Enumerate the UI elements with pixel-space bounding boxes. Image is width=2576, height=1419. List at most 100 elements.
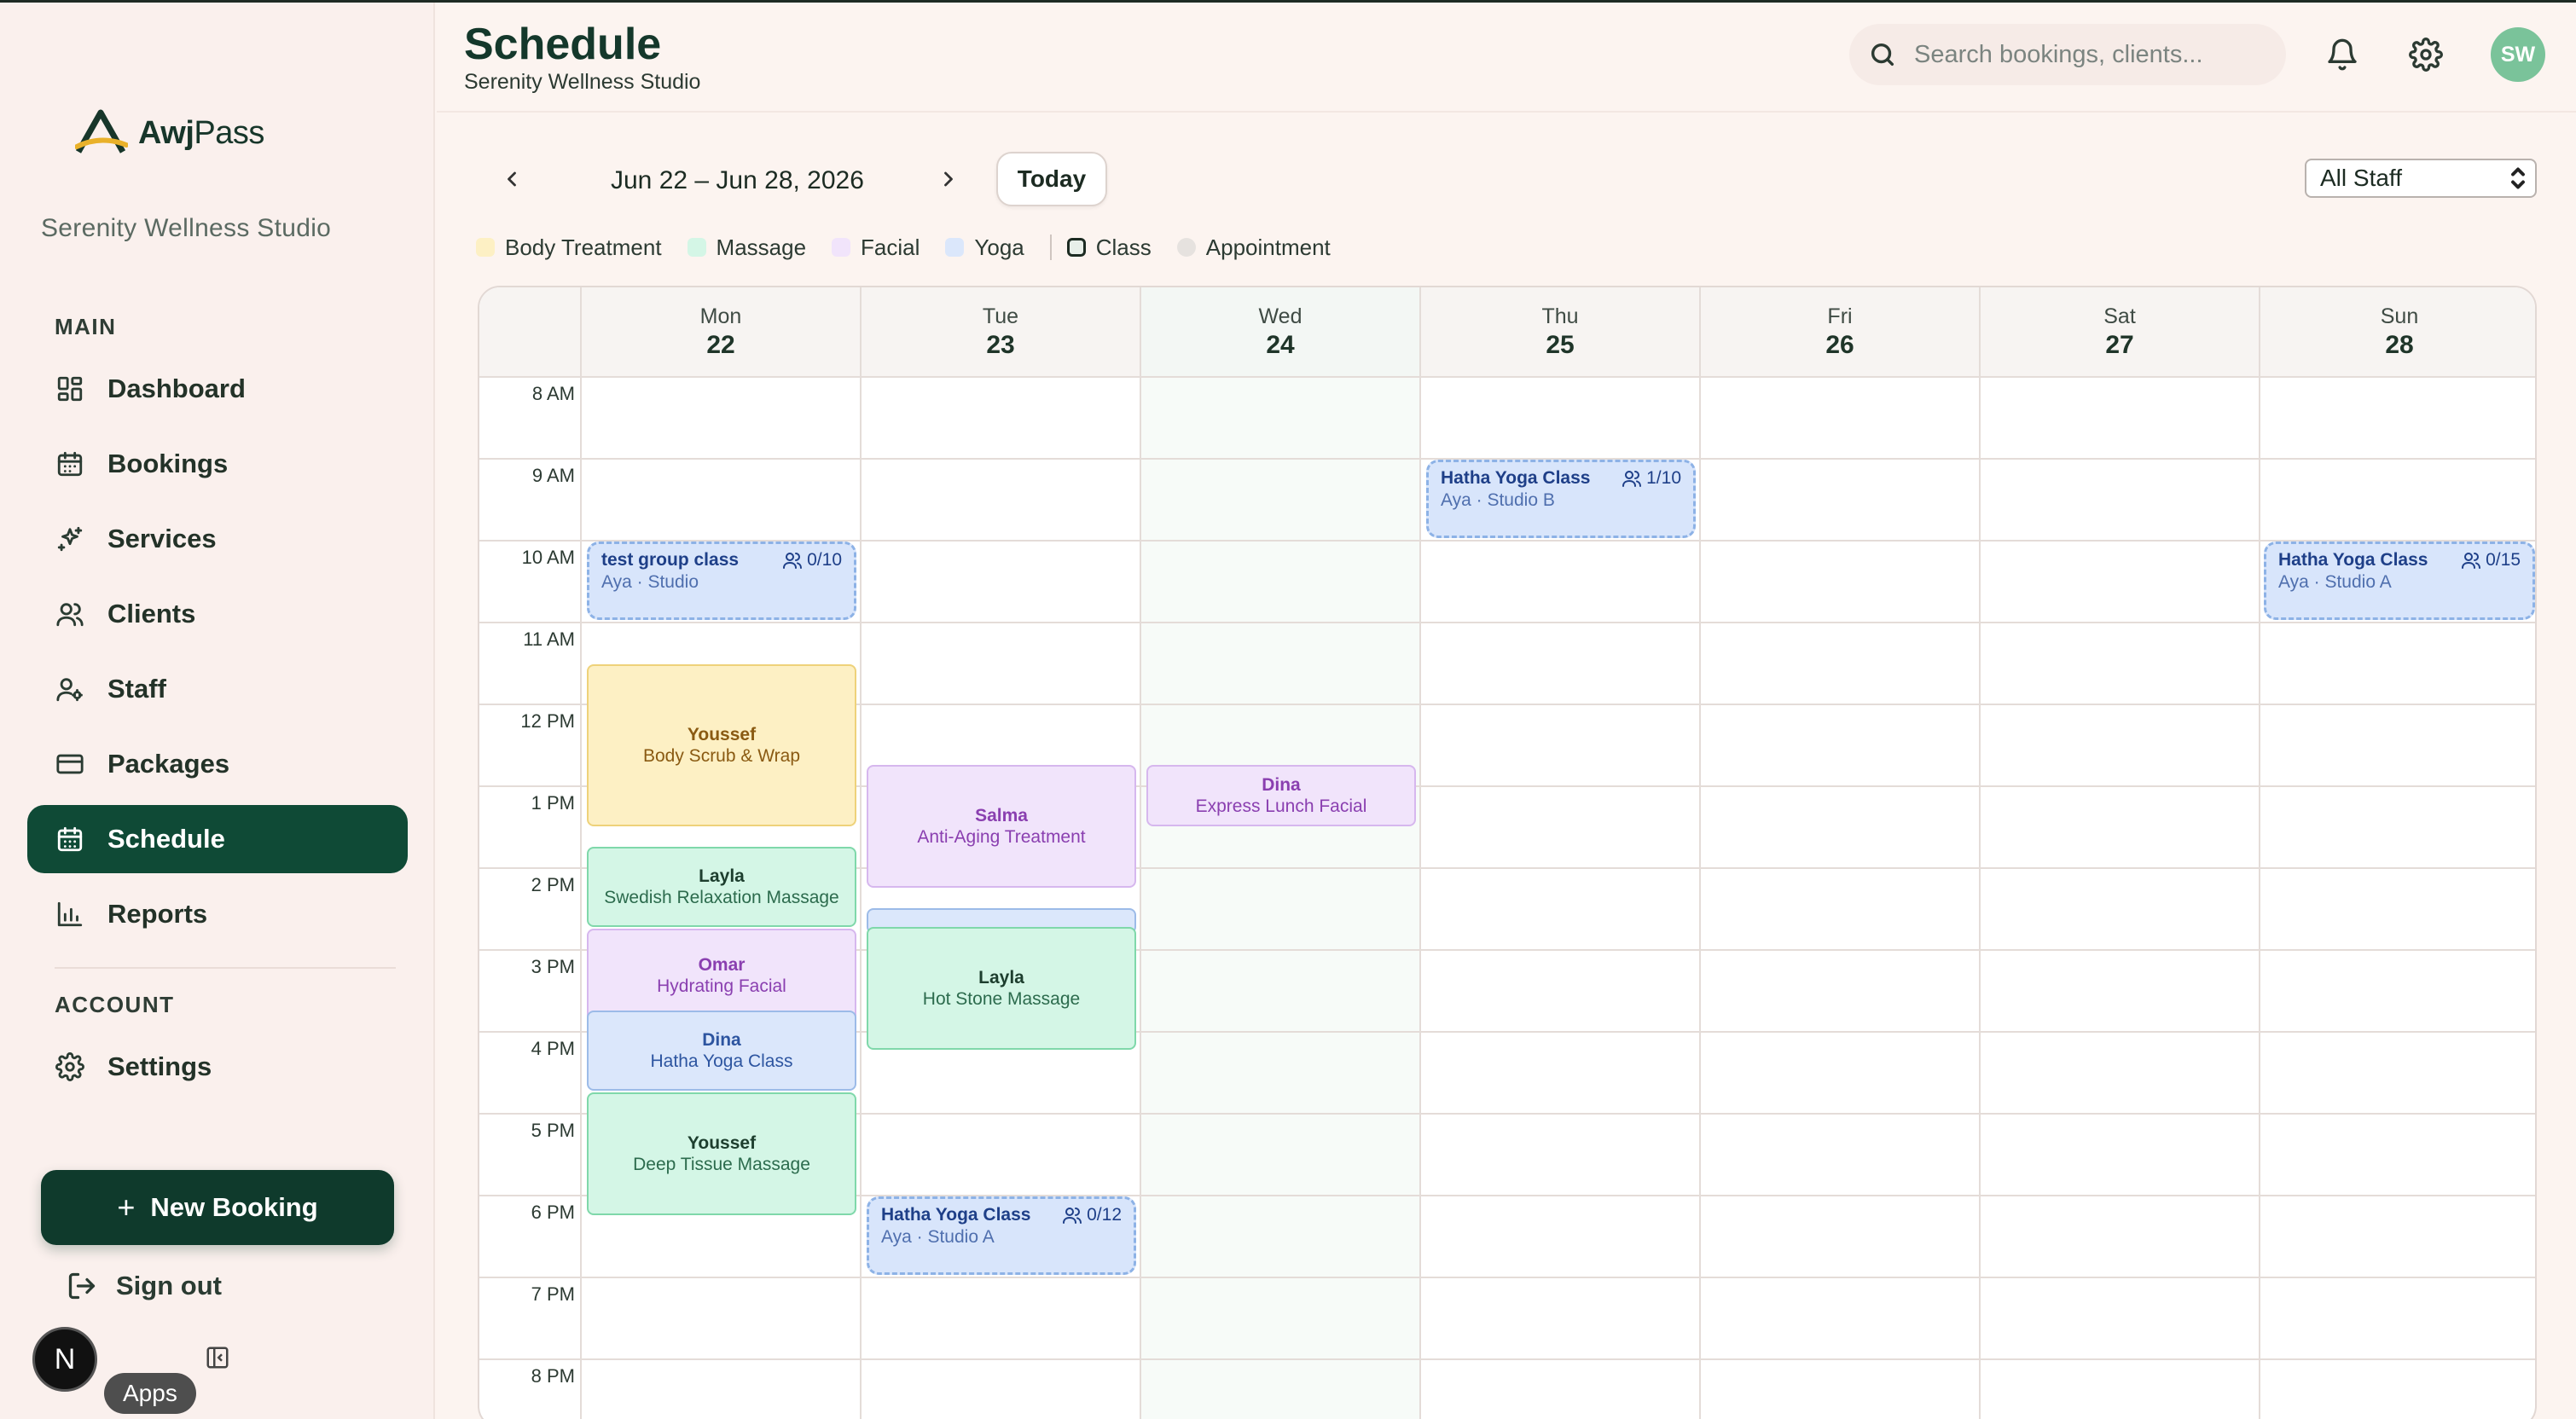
appointment-event[interactable]: Layla Swedish Relaxation Massage — [587, 847, 856, 927]
appointment-client: Layla — [699, 866, 745, 886]
n-badge-button[interactable]: N — [32, 1327, 97, 1392]
day-header-sun: Sun 28 — [2260, 287, 2535, 378]
legend-label: Yoga — [974, 234, 1024, 260]
grid-line — [580, 378, 582, 1419]
day-date: 25 — [1546, 331, 1575, 359]
legend-item-body-treatment: Body Treatment — [476, 235, 662, 261]
chevron-left-icon — [508, 171, 516, 187]
grid-line — [2259, 378, 2260, 1419]
users-icon — [1622, 471, 1642, 487]
day-date: 28 — [2385, 331, 2414, 359]
search-input[interactable] — [1914, 40, 2272, 69]
sidebar-item-clients[interactable]: Clients — [27, 580, 408, 648]
time-label: 12 PM — [520, 710, 575, 732]
sidebar-item-label: Services — [107, 524, 217, 553]
capacity-value: 0/12 — [1087, 1205, 1122, 1225]
legend-label: Massage — [716, 234, 807, 260]
new-booking-label: New Booking — [150, 1192, 318, 1222]
appointment-event[interactable]: Dina Express Lunch Facial — [1146, 765, 1416, 826]
page-subtitle: Serenity Wellness Studio — [464, 70, 701, 94]
today-button[interactable]: Today — [996, 152, 1107, 206]
appointment-client: Omar — [698, 954, 746, 975]
collapse-sidebar-icon[interactable] — [205, 1345, 230, 1370]
prev-week-button[interactable] — [495, 162, 529, 196]
class-title: Hatha Yoga Class — [881, 1205, 1031, 1225]
appointment-event[interactable]: Salma Anti-Aging Treatment — [867, 765, 1136, 888]
time-label: 10 AM — [521, 547, 575, 568]
sign-out-button[interactable]: Sign out — [67, 1271, 222, 1301]
grid-line — [479, 1358, 2535, 1360]
apps-tooltip: Apps — [104, 1373, 196, 1414]
sidebar-item-services[interactable]: Services — [27, 505, 408, 573]
class-title: Hatha Yoga Class — [1441, 468, 1591, 488]
sidebar-item-settings[interactable]: Settings — [27, 1033, 408, 1101]
appointment-client: Salma — [975, 805, 1028, 825]
day-date: 27 — [2105, 331, 2134, 359]
users-icon — [1063, 1208, 1082, 1224]
capacity-value: 1/10 — [1646, 468, 1681, 488]
legend-item-appointment: Appointment — [1176, 235, 1331, 261]
sidebar-item-label: Reports — [107, 899, 208, 929]
sidebar-item-schedule[interactable]: Schedule — [27, 805, 408, 873]
class-title: Hatha Yoga Class — [2278, 550, 2428, 570]
time-label: 4 PM — [531, 1038, 575, 1059]
class-capacity: 0/10 — [782, 550, 842, 570]
appointment-client: Youssef — [687, 1132, 757, 1153]
appointment-event[interactable]: Dina Hatha Yoga Class — [587, 1011, 856, 1091]
sidebar-item-reports[interactable]: Reports — [27, 880, 408, 948]
class-event[interactable]: Hatha Yoga Class 0/12 Aya · Studio A — [867, 1196, 1136, 1275]
grid-line — [1140, 378, 1141, 1419]
sidebar-divider — [55, 967, 396, 969]
time-label: 3 PM — [531, 956, 575, 977]
appointment-event[interactable]: Youssef Deep Tissue Massage — [587, 1092, 856, 1215]
legend-swatch — [832, 238, 851, 257]
class-subtitle: Aya · Studio — [601, 572, 699, 592]
sidebar-item-dashboard[interactable]: Dashboard — [27, 355, 408, 423]
day-name: Tue — [982, 304, 1019, 328]
sidebar-item-staff[interactable]: Staff — [27, 655, 408, 723]
class-subtitle: Aya · Studio B — [1441, 490, 1555, 510]
search-icon — [1871, 43, 1894, 67]
chevron-right-icon — [944, 171, 953, 187]
sidebar-item-label: Bookings — [107, 449, 229, 478]
sidebar-item-label: Settings — [107, 1051, 212, 1081]
legend-item-massage: Massage — [687, 234, 807, 261]
users-icon — [55, 599, 85, 629]
search-bar[interactable] — [1849, 24, 2286, 85]
appointment-client: Dina — [702, 1029, 741, 1050]
appointment-client: Layla — [978, 967, 1024, 988]
day-name: Wed — [1258, 304, 1303, 328]
staff-filter-select[interactable]: All Staff — [2305, 159, 2537, 198]
next-week-button[interactable] — [931, 162, 966, 196]
appointment-event[interactable]: Omar Hydrating Facial — [587, 929, 856, 1022]
bell-icon[interactable] — [2325, 38, 2359, 72]
legend-label: Class — [1095, 234, 1152, 260]
class-event[interactable]: test group class 0/10 Aya · Studio — [587, 542, 856, 620]
time-label: 5 PM — [531, 1120, 575, 1141]
legend-swatch — [476, 238, 495, 257]
week-calendar: Mon 22 Tue 23 Wed 24 Thu 25 Fri 26 Sat 2… — [478, 286, 2537, 1419]
gear-icon — [55, 1051, 85, 1082]
class-capacity: 0/15 — [2461, 550, 2521, 570]
staff-filter-value: All Staff — [2320, 165, 2402, 191]
main-section-label: MAIN — [55, 314, 117, 339]
avatar[interactable]: SW — [2491, 27, 2545, 82]
legend-swatch — [1066, 238, 1086, 257]
account-section-label: ACCOUNT — [55, 992, 175, 1017]
brand-logo[interactable]: AwjPass — [75, 109, 264, 157]
calendar-icon — [55, 449, 85, 479]
class-subtitle: Aya · Studio A — [881, 1227, 995, 1247]
new-booking-button[interactable]: + New Booking — [41, 1170, 394, 1245]
sidebar-item-bookings[interactable]: Bookings — [27, 430, 408, 498]
studio-name: Serenity Wellness Studio — [41, 214, 332, 242]
grid-line — [1419, 378, 1421, 1419]
sidebar-item-packages[interactable]: Packages — [27, 730, 408, 798]
class-event[interactable]: Hatha Yoga Class 1/10 Aya · Studio B — [1426, 460, 1696, 538]
gear-icon[interactable] — [2409, 38, 2443, 72]
appointment-event[interactable]: Youssef Body Scrub & Wrap — [587, 664, 856, 826]
select-arrows-icon — [2511, 167, 2525, 189]
day-name: Sat — [2103, 304, 2136, 328]
class-event[interactable]: Hatha Yoga Class 0/15 Aya · Studio A — [2264, 542, 2535, 620]
appointment-client: Youssef — [687, 724, 757, 744]
appointment-event[interactable]: Layla Hot Stone Massage — [867, 927, 1136, 1050]
